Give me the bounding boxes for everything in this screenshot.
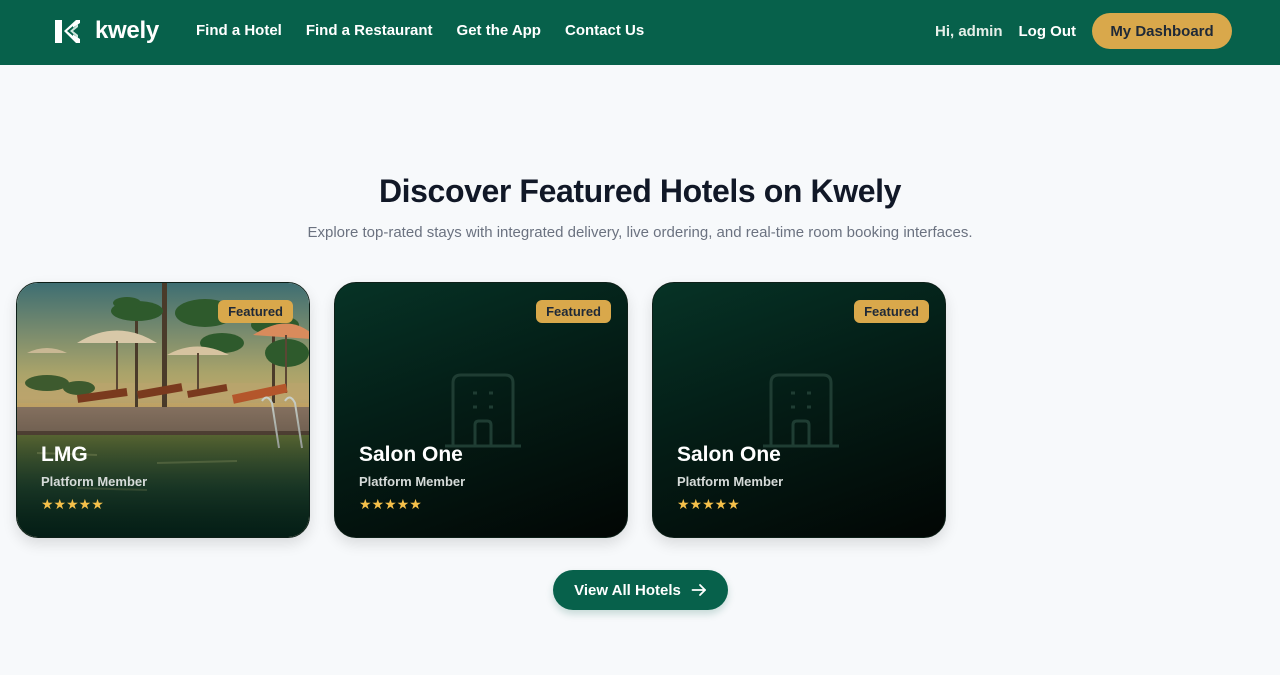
user-controls: Hi, admin Log Out My Dashboard (935, 13, 1232, 49)
star-rating: ★★★★★ (41, 496, 104, 512)
brand-name: kwely (95, 17, 159, 44)
top-navbar: kwely Find a Hotel Find a Restaurant Get… (0, 0, 1280, 65)
nav-find-hotel[interactable]: Find a Hotel (196, 22, 282, 39)
brand-logo-link[interactable]: kwely (53, 17, 159, 45)
hotel-card[interactable]: Featured Salon One Platform Member ★★★★★ (334, 282, 628, 538)
hotel-name: Salon One (677, 443, 781, 466)
featured-badge: Featured (218, 300, 293, 323)
hotel-meta: Platform Member (677, 474, 784, 489)
star-rating: ★★★★★ (359, 496, 422, 512)
section-title: Discover Featured Hotels on Kwely (378, 173, 902, 209)
featured-badge: Featured (536, 300, 611, 323)
hotel-name: LMG (41, 443, 88, 466)
hotel-card[interactable]: Featured LMG Platform Member ★★★★★ (16, 282, 310, 538)
hotel-meta: Platform Member (41, 474, 148, 489)
my-dashboard-button[interactable]: My Dashboard (1092, 13, 1232, 49)
nav-find-restaurant[interactable]: Find a Restaurant (306, 22, 433, 39)
nav-contact-us[interactable]: Contact Us (565, 22, 644, 39)
hotel-card[interactable]: Featured Salon One Platform Member ★★★★★ (652, 282, 946, 538)
main-nav: Find a Hotel Find a Restaurant Get the A… (196, 22, 668, 39)
section-subtitle: Explore top-rated stays with integrated … (307, 224, 973, 241)
logout-link[interactable]: Log Out (1019, 23, 1076, 40)
hotel-meta: Platform Member (359, 474, 466, 489)
featured-badge: Featured (854, 300, 929, 323)
arrow-right-icon (691, 584, 706, 596)
user-greeting: Hi, admin (935, 22, 1003, 40)
kwely-logo-icon (53, 18, 81, 45)
view-all-hotels-button[interactable]: View All Hotels (553, 570, 728, 610)
view-all-hotels-label: View All Hotels (574, 581, 681, 599)
building-placeholder-icon (445, 373, 521, 448)
hotel-name: Salon One (359, 443, 463, 466)
building-placeholder-icon (763, 373, 839, 448)
nav-get-app[interactable]: Get the App (457, 22, 541, 39)
star-rating: ★★★★★ (677, 496, 740, 512)
